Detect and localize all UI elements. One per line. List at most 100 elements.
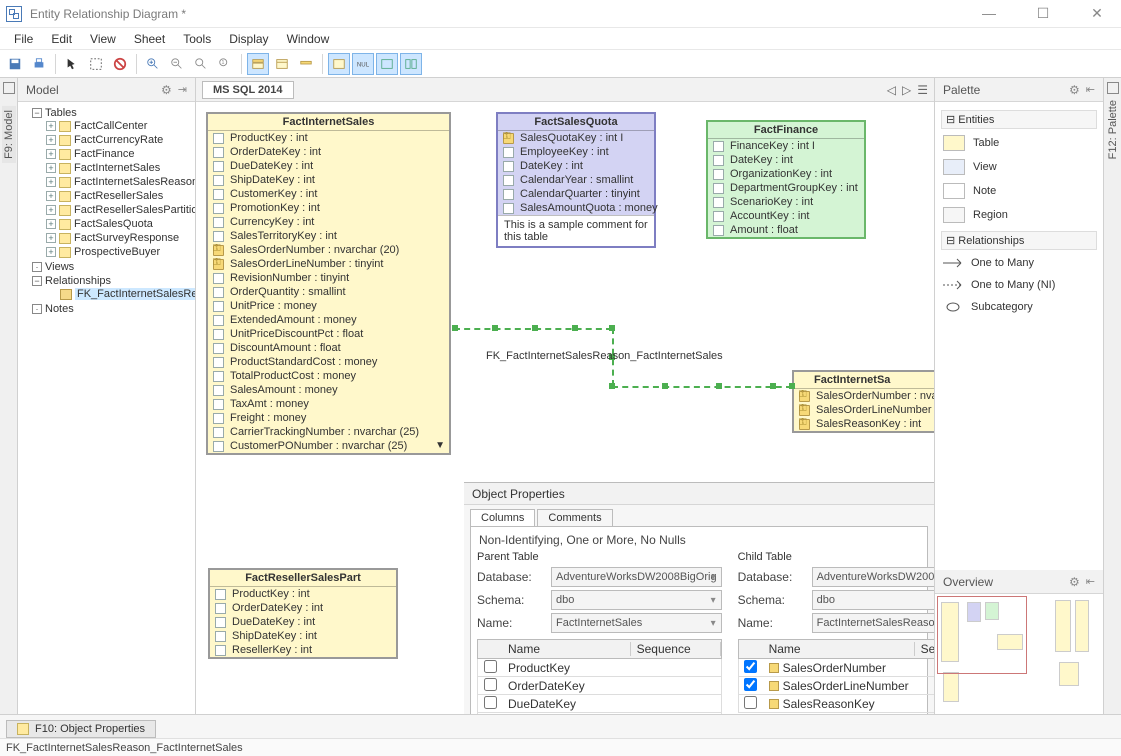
- tab-columns[interactable]: Columns: [470, 509, 535, 526]
- entity-column[interactable]: SalesOrderNumber : nvarchar: [794, 389, 934, 403]
- tree-toggle-rel[interactable]: −: [32, 276, 42, 286]
- menu-display[interactable]: Display: [221, 30, 276, 48]
- expand-icon[interactable]: +: [46, 205, 56, 215]
- expand-icon[interactable]: +: [46, 191, 56, 201]
- entity-column[interactable]: AccountKey : int: [708, 209, 864, 223]
- opt1-icon[interactable]: [328, 53, 350, 75]
- entity-column[interactable]: CalendarQuarter : tinyint: [498, 187, 654, 201]
- palette-item-otm-ni[interactable]: One to Many (NI): [941, 274, 1097, 296]
- nav-next-icon[interactable]: ▷: [902, 83, 911, 97]
- handle-icon[interactable]: [716, 383, 722, 389]
- entity-column[interactable]: EmployeeKey : int: [498, 145, 654, 159]
- entity-factsalesquota[interactable]: FactSalesQuota SalesQuotaKey : int IEmpl…: [496, 112, 656, 248]
- gear-icon[interactable]: ⚙: [161, 83, 172, 97]
- palette-item-note[interactable]: Note: [941, 179, 1097, 203]
- select-rect-icon[interactable]: [85, 53, 107, 75]
- row-checkbox[interactable]: [484, 660, 497, 673]
- entity-column[interactable]: DateKey : int: [498, 159, 654, 173]
- menu-sheet[interactable]: Sheet: [126, 30, 173, 48]
- show-types-icon[interactable]: [271, 53, 293, 75]
- handle-icon[interactable]: [609, 325, 615, 331]
- gear-icon[interactable]: ⚙: [1069, 575, 1080, 589]
- parent-schema-combo[interactable]: dbo: [551, 590, 722, 610]
- palette-item-subcat[interactable]: Subcategory: [941, 296, 1097, 318]
- tree-item-table[interactable]: FactInternetSales: [74, 162, 160, 174]
- opt3-icon[interactable]: [376, 53, 398, 75]
- row-checkbox[interactable]: [744, 678, 757, 691]
- expand-icon[interactable]: +: [46, 219, 56, 229]
- tab-comments[interactable]: Comments: [537, 509, 612, 526]
- model-tree[interactable]: −Tables +FactCallCenter+FactCurrencyRate…: [18, 102, 195, 714]
- tree-toggle-notes[interactable]: ·: [32, 304, 42, 314]
- entity-column[interactable]: DueDateKey : int: [210, 615, 396, 629]
- entity-factinternetsales[interactable]: FactInternetSales ProductKey : intOrderD…: [206, 112, 451, 455]
- maximize-button[interactable]: ☐: [1025, 5, 1061, 22]
- entity-column[interactable]: SalesAmount : money: [208, 383, 449, 397]
- entity-column[interactable]: ProductStandardCost : money: [208, 355, 449, 369]
- entity-column[interactable]: PromotionKey : int: [208, 201, 449, 215]
- entity-column[interactable]: OrderDateKey : int: [208, 145, 449, 159]
- grid-row[interactable]: OrderDateKey: [477, 677, 722, 695]
- entity-column[interactable]: SalesOrderLineNumber : tinyint: [794, 403, 934, 417]
- nav-list-icon[interactable]: ☰: [917, 83, 928, 97]
- entity-column[interactable]: OrganizationKey : int: [708, 167, 864, 181]
- palette-item-table[interactable]: Table: [941, 131, 1097, 155]
- pin-icon[interactable]: ⇤: [1086, 575, 1095, 588]
- entity-column[interactable]: ScenarioKey : int: [708, 195, 864, 209]
- menu-view[interactable]: View: [82, 30, 124, 48]
- nav-prev-icon[interactable]: ◁: [887, 83, 896, 97]
- tree-toggle-views[interactable]: ·: [32, 262, 42, 272]
- entity-column[interactable]: RevisionNumber : tinyint: [208, 271, 449, 285]
- entity-column[interactable]: Amount : float: [708, 223, 864, 237]
- palette-item-view[interactable]: View: [941, 155, 1097, 179]
- grid-row[interactable]: SalesOrderNumber1: [738, 659, 934, 677]
- canvas-tab[interactable]: MS SQL 2014: [202, 81, 294, 99]
- expand-icon[interactable]: +: [46, 149, 56, 159]
- rail-model-label[interactable]: F9: Model: [2, 106, 16, 163]
- relationship-line[interactable]: [612, 386, 792, 388]
- tree-item-table[interactable]: FactCurrencyRate: [74, 134, 163, 146]
- entity-column[interactable]: SalesReasonKey : int: [794, 417, 934, 431]
- entity-factresellersalespart[interactable]: FactResellerSalesPart ProductKey : intOr…: [208, 568, 398, 659]
- handle-icon[interactable]: [789, 383, 795, 389]
- entity-column[interactable]: UnitPriceDiscountPct : float: [208, 327, 449, 341]
- menu-window[interactable]: Window: [279, 30, 338, 48]
- opt4-icon[interactable]: [400, 53, 422, 75]
- parent-name-combo[interactable]: FactInternetSales: [551, 613, 722, 633]
- expand-icon[interactable]: +: [46, 163, 56, 173]
- zoom-out-icon[interactable]: [166, 53, 188, 75]
- entity-column[interactable]: SalesQuotaKey : int I: [498, 131, 654, 145]
- bottom-tab-object-properties[interactable]: F10: Object Properties: [6, 720, 156, 738]
- handle-icon[interactable]: [572, 325, 578, 331]
- entity-column[interactable]: SalesOrderNumber : nvarchar (20): [208, 243, 449, 257]
- entity-column[interactable]: CurrencyKey : int: [208, 215, 449, 229]
- entity-column[interactable]: OrderDateKey : int: [210, 601, 396, 615]
- palette-item-region[interactable]: Region: [941, 203, 1097, 227]
- palette-item-otm[interactable]: One to Many: [941, 252, 1097, 274]
- entity-column[interactable]: ProductKey : int: [210, 587, 396, 601]
- grid-row[interactable]: SalesReasonKey: [738, 695, 934, 713]
- entity-column[interactable]: DiscountAmount : float: [208, 341, 449, 355]
- tree-item-table[interactable]: FactSalesQuota: [74, 218, 153, 230]
- entity-column[interactable]: OrderQuantity : smallint: [208, 285, 449, 299]
- entity-column[interactable]: DueDateKey : int: [208, 159, 449, 173]
- entity-column[interactable]: FinanceKey : int I: [708, 139, 864, 153]
- entity-factinternetsalesreason[interactable]: FactInternetSa SalesOrderNumber : nvarch…: [792, 370, 934, 433]
- entity-column[interactable]: CustomerPONumber : nvarchar (25): [208, 439, 449, 453]
- tree-item-table[interactable]: FactInternetSalesReason: [74, 176, 195, 188]
- tree-item-table[interactable]: ProspectiveBuyer: [74, 246, 160, 258]
- gear-icon[interactable]: ⚙: [1069, 83, 1080, 97]
- minimize-button[interactable]: —: [971, 5, 1007, 22]
- menu-edit[interactable]: Edit: [43, 30, 80, 48]
- opt-nul-icon[interactable]: NUL: [352, 53, 374, 75]
- row-checkbox[interactable]: [744, 696, 757, 709]
- entity-column[interactable]: ExtendedAmount : money: [208, 313, 449, 327]
- row-checkbox[interactable]: [484, 678, 497, 691]
- entity-column[interactable]: SalesTerritoryKey : int: [208, 229, 449, 243]
- grid-row[interactable]: DueDateKey: [477, 695, 722, 713]
- show-keys-icon[interactable]: [295, 53, 317, 75]
- tree-item-table[interactable]: FactCallCenter: [74, 120, 147, 132]
- rail-pin-icon[interactable]: [3, 82, 15, 94]
- handle-icon[interactable]: [609, 383, 615, 389]
- menu-file[interactable]: File: [6, 30, 41, 48]
